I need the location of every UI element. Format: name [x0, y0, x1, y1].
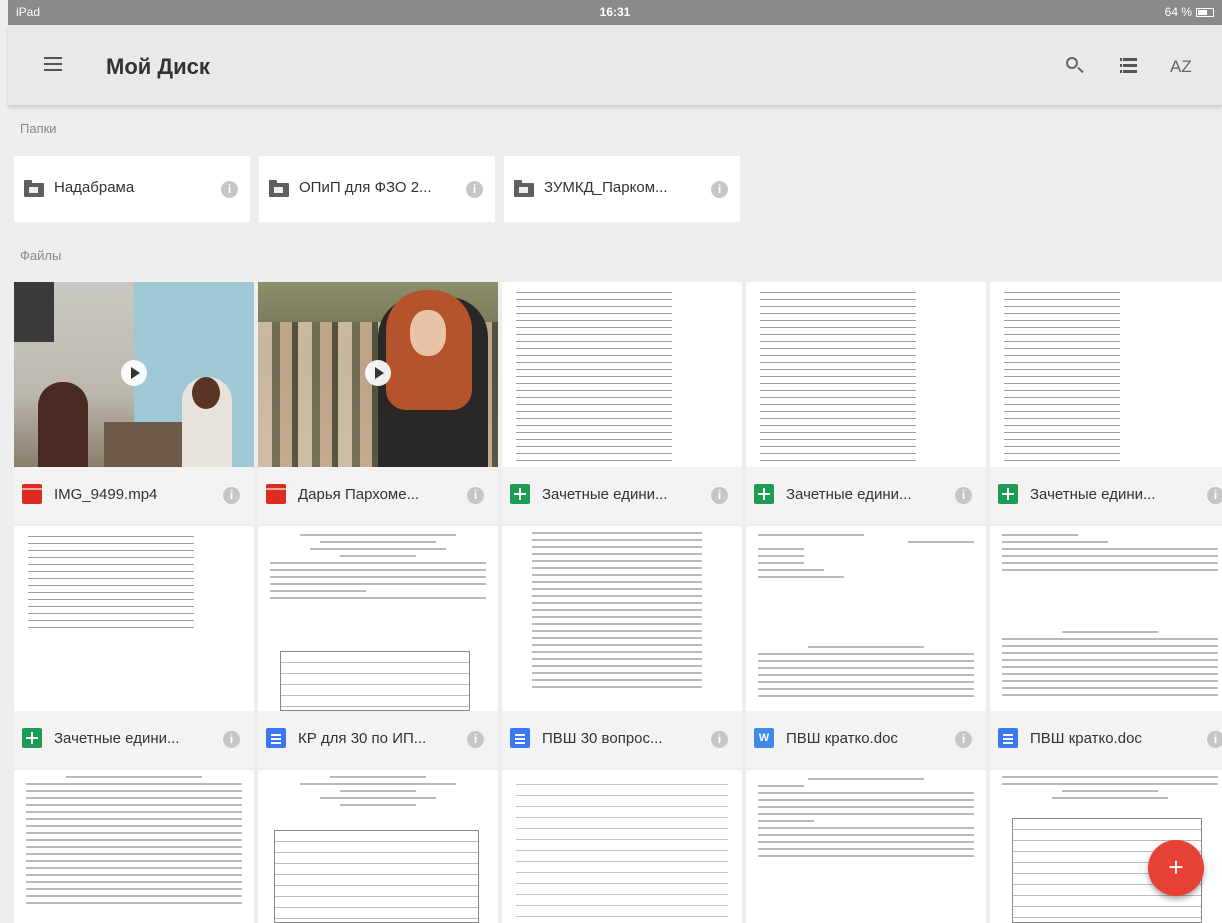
info-icon[interactable]: [466, 181, 483, 198]
folder-icon: [24, 180, 44, 197]
document-thumbnail[interactable]: [14, 526, 254, 711]
spreadsheet-file-icon: [510, 484, 530, 504]
file-name: Зачетные едини...: [786, 486, 912, 503]
video-thumbnail[interactable]: [14, 282, 254, 467]
folder-name: ЗУМКД_Парком...: [544, 179, 668, 196]
document-thumbnail[interactable]: [258, 526, 498, 711]
info-icon[interactable]: [1207, 487, 1222, 504]
file-card[interactable]: [746, 770, 986, 923]
info-icon[interactable]: [223, 731, 240, 748]
document-thumbnail[interactable]: [502, 526, 742, 711]
info-icon[interactable]: [1207, 731, 1222, 748]
search-icon[interactable]: [1064, 55, 1088, 79]
battery-percent: 64 %: [1164, 5, 1192, 19]
document-thumbnail[interactable]: [990, 282, 1222, 467]
play-icon[interactable]: [121, 360, 147, 386]
play-icon[interactable]: [365, 360, 391, 386]
battery-indicator: 64 %: [1165, 5, 1214, 19]
file-label[interactable]: Зачетные едини...: [746, 467, 986, 524]
file-card[interactable]: [502, 770, 742, 923]
file-label[interactable]: Зачетные едини...: [990, 467, 1222, 524]
file-card[interactable]: Дарья Пархоме...: [258, 282, 498, 524]
file-name: Зачетные едини...: [542, 486, 668, 503]
file-name: КР для 30 по ИП...: [298, 730, 427, 747]
spreadsheet-file-icon: [22, 728, 42, 748]
file-label[interactable]: КР для 30 по ИП...: [258, 711, 498, 768]
folders-section-title: Папки: [20, 121, 57, 136]
file-name: IMG_9499.mp4: [54, 486, 158, 503]
file-card[interactable]: Зачетные едини...: [14, 526, 254, 768]
info-icon[interactable]: [467, 487, 484, 504]
info-icon[interactable]: [221, 181, 238, 198]
document-file-icon: [510, 728, 530, 748]
clock: 16:31: [599, 5, 631, 19]
list-view-icon[interactable]: [1120, 55, 1144, 79]
info-icon[interactable]: [955, 487, 972, 504]
file-card[interactable]: IMG_9499.mp4: [14, 282, 254, 524]
sort-az-icon[interactable]: AZ: [1170, 57, 1194, 81]
video-thumbnail[interactable]: [258, 282, 498, 467]
document-thumbnail[interactable]: [746, 770, 986, 923]
file-label[interactable]: IMG_9499.mp4: [14, 467, 254, 524]
info-icon[interactable]: [955, 731, 972, 748]
document-thumbnail[interactable]: [502, 770, 742, 923]
page-title: Мой Диск: [106, 54, 210, 79]
file-name: Зачетные едини...: [54, 730, 180, 747]
file-card[interactable]: КР для 30 по ИП...: [258, 526, 498, 768]
folder-name: Надабрама: [54, 179, 135, 196]
document-thumbnail[interactable]: [746, 282, 986, 467]
file-label[interactable]: ПВШ кратко.doc: [990, 711, 1222, 768]
file-label[interactable]: Дарья Пархоме...: [258, 467, 498, 524]
word-file-icon: W: [754, 728, 774, 748]
menu-icon[interactable]: [44, 57, 62, 71]
file-label[interactable]: Зачетные едини...: [502, 467, 742, 524]
file-card[interactable]: Зачетные едини...: [502, 282, 742, 524]
file-name: Зачетные едини...: [1030, 486, 1156, 503]
file-name: ПВШ кратко.doc: [1030, 730, 1142, 747]
file-name: ПВШ 30 вопрос...: [542, 730, 663, 747]
document-thumbnail[interactable]: [14, 770, 254, 923]
video-file-icon: [22, 484, 42, 504]
folder-item[interactable]: ОПиП для ФЗО 2...: [259, 156, 495, 222]
folder-icon: [269, 180, 289, 197]
document-file-icon: [266, 728, 286, 748]
document-thumbnail[interactable]: [258, 770, 498, 923]
add-button[interactable]: +: [1148, 840, 1204, 896]
file-card[interactable]: [258, 770, 498, 923]
info-icon[interactable]: [467, 731, 484, 748]
file-name: Дарья Пархоме...: [298, 486, 420, 503]
folder-icon: [514, 180, 534, 197]
file-card[interactable]: Зачетные едини...: [746, 282, 986, 524]
file-label[interactable]: Зачетные едини...: [14, 711, 254, 768]
document-thumbnail[interactable]: [502, 282, 742, 467]
document-file-icon: [998, 728, 1018, 748]
spreadsheet-file-icon: [998, 484, 1018, 504]
file-label[interactable]: ПВШ 30 вопрос...: [502, 711, 742, 768]
file-card[interactable]: [14, 770, 254, 923]
spreadsheet-file-icon: [754, 484, 774, 504]
file-card[interactable]: Зачетные едини...: [990, 282, 1222, 524]
info-icon[interactable]: [711, 487, 728, 504]
status-bar: iPad 16:31 64 %: [8, 0, 1222, 25]
info-icon[interactable]: [711, 181, 728, 198]
file-card[interactable]: ПВШ кратко.doc: [990, 526, 1222, 768]
file-card[interactable]: W ПВШ кратко.doc: [746, 526, 986, 768]
battery-icon: [1196, 7, 1214, 17]
folder-name: ОПиП для ФЗО 2...: [299, 179, 432, 196]
document-thumbnail[interactable]: [990, 526, 1222, 711]
files-section-title: Файлы: [20, 248, 62, 263]
folder-item[interactable]: Надабрама: [14, 156, 250, 222]
document-thumbnail[interactable]: [746, 526, 986, 711]
file-name: ПВШ кратко.doc: [786, 730, 898, 747]
folder-item[interactable]: ЗУМКД_Парком...: [504, 156, 740, 222]
file-card[interactable]: ПВШ 30 вопрос...: [502, 526, 742, 768]
plus-icon: +: [1168, 852, 1184, 882]
app-bar: Мой Диск AZ: [8, 25, 1222, 106]
video-file-icon: [266, 484, 286, 504]
info-icon[interactable]: [223, 487, 240, 504]
info-icon[interactable]: [711, 731, 728, 748]
file-label[interactable]: W ПВШ кратко.doc: [746, 711, 986, 768]
